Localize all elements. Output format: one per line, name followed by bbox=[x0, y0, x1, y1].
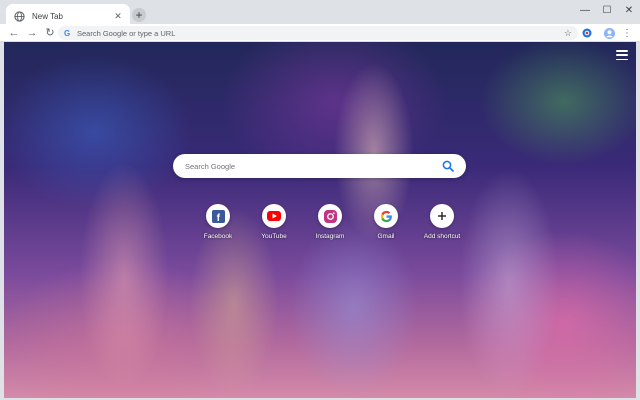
back-button[interactable]: ← bbox=[6, 25, 22, 41]
search-icon[interactable] bbox=[442, 160, 454, 172]
shortcut-tile: f bbox=[206, 204, 230, 228]
shortcut-gmail[interactable]: Gmail bbox=[358, 204, 414, 240]
background-art bbox=[289, 217, 419, 397]
google-icon bbox=[380, 210, 392, 222]
reload-button[interactable]: ↻ bbox=[42, 25, 58, 41]
instagram-icon bbox=[323, 209, 337, 223]
close-window-button[interactable]: ✕ bbox=[618, 0, 640, 20]
shortcut-youtube[interactable]: YouTube bbox=[246, 204, 302, 240]
shortcut-label: YouTube bbox=[261, 233, 287, 240]
background-art bbox=[79, 162, 169, 392]
shortcuts-row: f Facebook YouTube Instagram Gmail Add s… bbox=[190, 204, 470, 240]
shortcut-add[interactable]: Add shortcut bbox=[414, 204, 470, 240]
profile-avatar-icon[interactable] bbox=[602, 26, 616, 40]
minimize-button[interactable]: — bbox=[574, 0, 596, 20]
shortcut-label: Gmail bbox=[377, 233, 395, 240]
bookmark-star-icon[interactable]: ☆ bbox=[564, 28, 572, 39]
shortcut-tile bbox=[374, 204, 398, 228]
forward-button[interactable]: → bbox=[24, 25, 40, 41]
google-g-icon: G bbox=[64, 28, 71, 38]
background-art bbox=[459, 167, 559, 397]
extension-icon[interactable] bbox=[580, 26, 594, 40]
shortcut-tile bbox=[262, 204, 286, 228]
shortcut-tile bbox=[318, 204, 342, 228]
search-input[interactable] bbox=[185, 161, 442, 171]
tab-title: New Tab bbox=[32, 11, 63, 21]
maximize-button[interactable]: ☐ bbox=[596, 0, 618, 20]
address-input[interactable] bbox=[77, 28, 564, 38]
shortcut-label: Facebook bbox=[203, 233, 233, 240]
shortcut-label: Add shortcut bbox=[423, 233, 461, 240]
new-tab-page: f Facebook YouTube Instagra bbox=[4, 42, 636, 398]
shortcut-instagram[interactable]: Instagram bbox=[302, 204, 358, 240]
shortcut-label: Instagram bbox=[315, 233, 345, 240]
search-box[interactable] bbox=[173, 154, 466, 178]
shortcut-tile bbox=[430, 204, 454, 228]
window-controls: — ☐ ✕ bbox=[574, 0, 640, 20]
svg-text:f: f bbox=[216, 213, 220, 223]
new-tab-button[interactable]: + bbox=[132, 8, 146, 22]
globe-icon bbox=[12, 9, 26, 23]
close-tab-icon[interactable]: ✕ bbox=[112, 11, 124, 22]
facebook-icon: f bbox=[211, 209, 225, 223]
browser-menu-icon[interactable]: ⋮ bbox=[620, 26, 634, 40]
customize-menu-icon[interactable] bbox=[616, 50, 628, 60]
omnibox[interactable]: G ☆ bbox=[58, 26, 578, 40]
youtube-icon bbox=[267, 211, 281, 221]
toolbar: ← → ↻ G ☆ ⋮ bbox=[0, 24, 640, 42]
shortcut-facebook[interactable]: f Facebook bbox=[190, 204, 246, 240]
plus-icon bbox=[438, 212, 446, 220]
